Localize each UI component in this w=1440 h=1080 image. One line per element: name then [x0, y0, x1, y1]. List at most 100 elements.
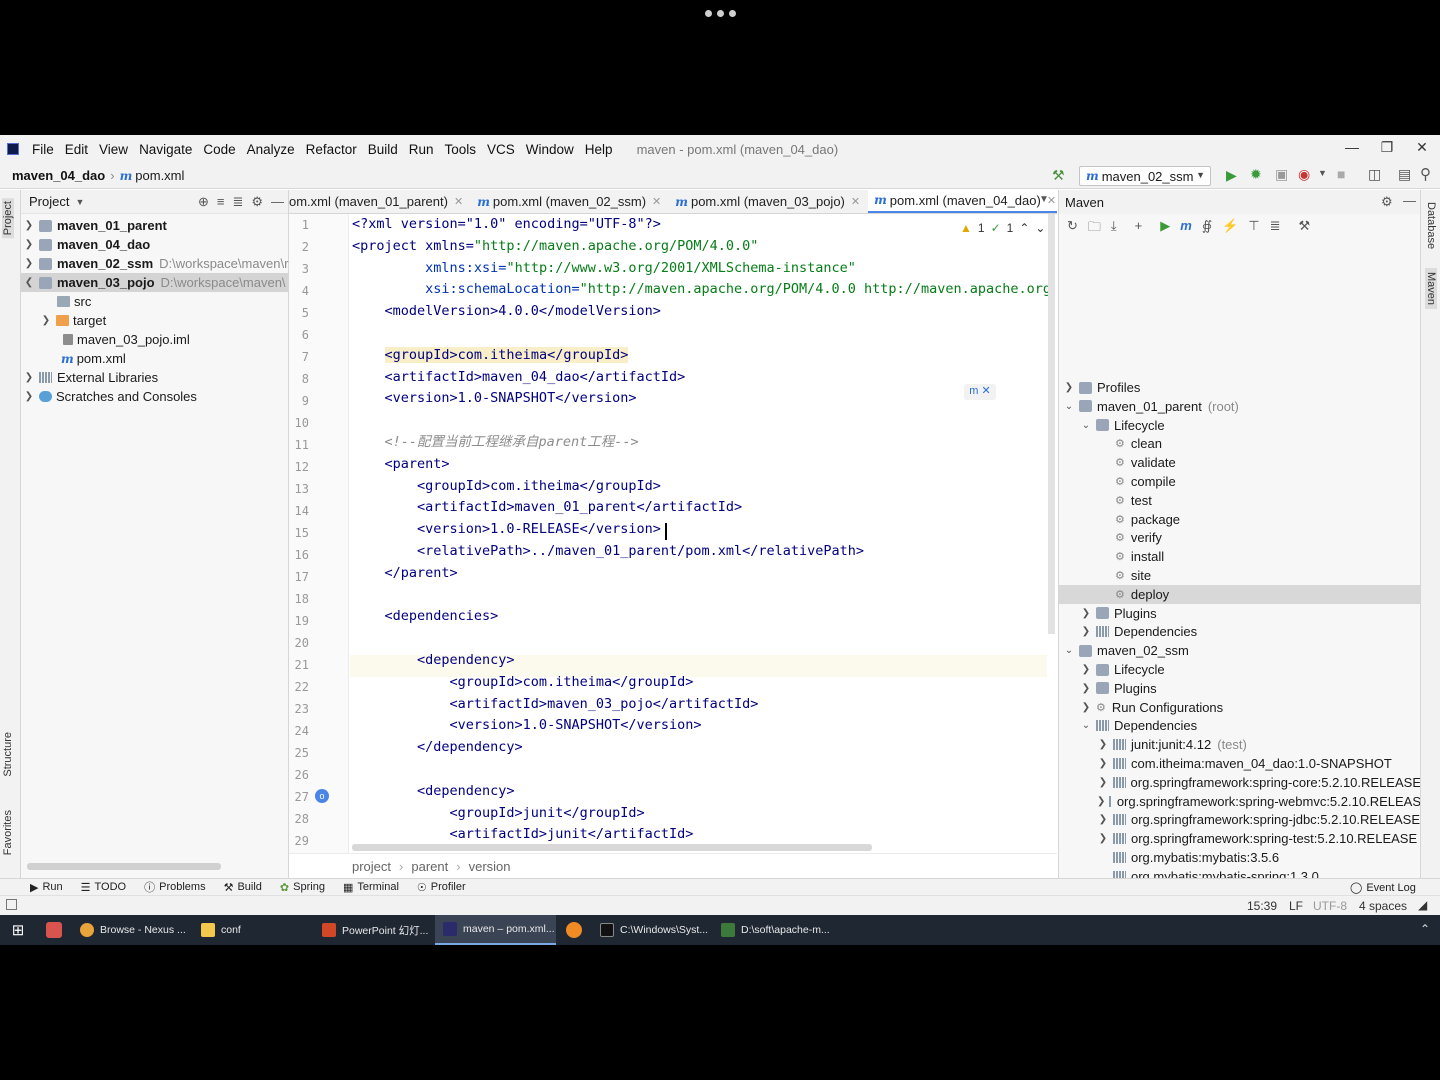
- add-icon[interactable]: +: [1135, 218, 1143, 240]
- chevron-up-icon[interactable]: ⌃: [1019, 221, 1029, 235]
- chevron-down-icon[interactable]: ❮: [23, 277, 35, 288]
- breadcrumb-item[interactable]: version: [469, 859, 511, 874]
- file-encoding[interactable]: UTF-8: [1313, 899, 1347, 913]
- app-pinned-icon[interactable]: [36, 922, 72, 938]
- structure-side-tab[interactable]: Structure: [2, 732, 14, 777]
- todo-toolwindow[interactable]: ☰ TODO: [81, 881, 126, 894]
- line-separator[interactable]: LF: [1289, 899, 1303, 913]
- maven-run-configurations[interactable]: ❯ ⚙ Run Configurations: [1059, 698, 1420, 717]
- tabs-dropdown-icon[interactable]: ▼: [1039, 194, 1049, 205]
- chevron-right-icon[interactable]: ❯: [1080, 626, 1092, 637]
- debug-icon[interactable]: ✹: [1250, 166, 1262, 183]
- execute-goal-icon[interactable]: m: [1180, 218, 1192, 240]
- maven-maven-02-ssm[interactable]: ⌄ maven_02_ssm: [1059, 641, 1420, 660]
- menu-analyze[interactable]: Analyze: [242, 142, 301, 157]
- taskbar-chrome[interactable]: Browse - Nexus ...: [72, 915, 193, 945]
- chevron-right-icon[interactable]: ❯: [40, 315, 52, 326]
- stop-icon[interactable]: ■: [1337, 166, 1345, 182]
- maven-goal-test[interactable]: ⚙ test: [1059, 491, 1420, 510]
- tab-maven-01-parent[interactable]: om.xml (maven_01_parent) ✕: [289, 190, 471, 213]
- maven-dep-mybatis[interactable]: org.mybatis:mybatis:3.5.6: [1059, 848, 1420, 867]
- tree-item-maven-03-pojo[interactable]: ❮ maven_03_pojo D:\workspace\maven\: [21, 273, 289, 292]
- close-icon[interactable]: ✕: [1413, 139, 1431, 156]
- chevron-right-icon[interactable]: ❯: [23, 220, 35, 231]
- horizontal-scrollbar[interactable]: [27, 863, 221, 870]
- chevron-down-icon[interactable]: ⌄: [1080, 420, 1092, 431]
- profiler-toolwindow[interactable]: ☉ Profiler: [417, 881, 466, 894]
- tree-item-iml[interactable]: maven_03_pojo.iml: [21, 330, 289, 349]
- hide-icon[interactable]: —: [1403, 193, 1416, 208]
- skip-tests-icon[interactable]: ⚡: [1222, 218, 1238, 240]
- chevron-right-icon[interactable]: ❯: [1097, 833, 1109, 844]
- run-icon[interactable]: ▶: [1226, 167, 1237, 184]
- chevron-right-icon[interactable]: ❯: [1097, 796, 1105, 807]
- maven-dep-junit[interactable]: ❯ junit:junit:4.12 (test): [1059, 735, 1420, 754]
- collapse-all-icon[interactable]: ≣: [232, 194, 243, 210]
- maven-goal-package[interactable]: ⚙ package: [1059, 510, 1420, 529]
- maven-dependencies[interactable]: ⌄ Dependencies: [1059, 716, 1420, 735]
- tree-item-src[interactable]: src: [21, 292, 289, 311]
- chevron-down-icon[interactable]: ⌄: [1063, 645, 1075, 656]
- taskbar-cmd[interactable]: C:\Windows\Syst...: [592, 915, 713, 945]
- chevron-right-icon[interactable]: ❯: [1097, 739, 1109, 750]
- problems-toolwindow[interactable]: ⓘ Problems: [144, 879, 205, 895]
- nav-file[interactable]: pom.xml: [135, 168, 184, 183]
- settings-icon[interactable]: ⚙: [1381, 194, 1393, 210]
- maven-goal-deploy[interactable]: ⚙ deploy: [1059, 584, 1420, 604]
- chevron-right-icon[interactable]: ❯: [1097, 814, 1109, 825]
- menu-refactor[interactable]: Refactor: [301, 142, 363, 157]
- menu-file[interactable]: File: [27, 142, 60, 157]
- maven-dependencies[interactable]: ❯ Dependencies: [1059, 622, 1420, 641]
- maven-reload-icon[interactable]: m ✕: [964, 384, 996, 400]
- menu-code[interactable]: Code: [198, 142, 241, 157]
- favorites-side-tab[interactable]: Favorites: [2, 810, 14, 855]
- chevron-down-icon[interactable]: ▼: [75, 197, 84, 207]
- maven-goal-site[interactable]: ⚙ site: [1059, 566, 1420, 585]
- coverage-icon[interactable]: ▣: [1275, 166, 1288, 183]
- chevron-right-icon[interactable]: ❯: [1097, 758, 1109, 769]
- maven-goal-install[interactable]: ⚙ install: [1059, 547, 1420, 566]
- menu-edit[interactable]: Edit: [60, 142, 94, 157]
- toggle-toolwindows-icon[interactable]: [6, 899, 17, 910]
- run-gutter-icon[interactable]: o: [315, 789, 329, 803]
- collapse-all-icon[interactable]: ≣: [1270, 218, 1281, 240]
- reload-icon[interactable]: ↻: [1067, 218, 1078, 240]
- project-panel-title[interactable]: Project: [29, 194, 69, 209]
- menu-help[interactable]: Help: [580, 142, 619, 157]
- wrench-icon[interactable]: ⚒: [1299, 218, 1311, 240]
- restore-icon[interactable]: ❐: [1378, 139, 1396, 156]
- taskbar-intellij[interactable]: maven – pom.xml...: [435, 915, 556, 945]
- chevron-up-icon[interactable]: ⌃: [1420, 922, 1430, 936]
- chevron-right-icon[interactable]: ❯: [23, 239, 35, 250]
- tab-maven-02-ssm[interactable]: m pom.xml (maven_02_ssm) ✕: [471, 190, 669, 213]
- indent-setting[interactable]: 4 spaces: [1359, 899, 1407, 913]
- chevron-right-icon[interactable]: ❯: [1080, 608, 1092, 619]
- chevron-right-icon[interactable]: ❯: [1080, 664, 1092, 675]
- menu-tools[interactable]: Tools: [440, 142, 483, 157]
- vertical-scrollbar[interactable]: [1048, 214, 1055, 634]
- app-pinned-icon[interactable]: [556, 922, 592, 938]
- layout-icon[interactable]: ▤: [1398, 166, 1411, 183]
- project-side-tab[interactable]: Project: [2, 198, 14, 239]
- close-icon[interactable]: ✕: [851, 195, 860, 208]
- taskbar-powerpoint[interactable]: PowerPoint 幻灯...: [314, 915, 435, 945]
- spring-toolwindow[interactable]: ✿ Spring: [280, 881, 325, 894]
- chevron-down-icon[interactable]: ⌄: [1063, 401, 1075, 412]
- tree-item-maven-04-dao[interactable]: ❯ maven_04_dao: [21, 235, 289, 254]
- maven-maven-01-parent[interactable]: ⌄ maven_01_parent (root): [1059, 397, 1420, 416]
- maven-lifecycle[interactable]: ⌄ Lifecycle: [1059, 416, 1420, 435]
- maven-dep-spring-webmvc[interactable]: ❯ org.springframework:spring-webmvc:5.2.1…: [1059, 792, 1420, 811]
- caret-position[interactable]: 15:39: [1247, 899, 1277, 913]
- maven-dep-mybatis-spring[interactable]: org.mybatis:mybatis-spring:1.3.0: [1059, 867, 1420, 878]
- database-side-tab[interactable]: Database: [1425, 202, 1437, 249]
- chevron-right-icon[interactable]: ❯: [1080, 683, 1092, 694]
- tree-item-maven-01-parent[interactable]: ❯ maven_01_parent: [21, 216, 289, 235]
- close-icon[interactable]: ✕: [454, 195, 463, 208]
- hide-icon[interactable]: —: [271, 194, 284, 210]
- windows-start-icon[interactable]: ⊞: [0, 921, 36, 939]
- search-icon[interactable]: ⚲: [1420, 165, 1431, 183]
- run-toolwindow[interactable]: ▶ Run: [30, 881, 63, 894]
- window-more-dots[interactable]: [700, 6, 740, 20]
- breadcrumb-item[interactable]: project: [352, 859, 391, 874]
- maven-plugins[interactable]: ❯ Plugins: [1059, 604, 1420, 623]
